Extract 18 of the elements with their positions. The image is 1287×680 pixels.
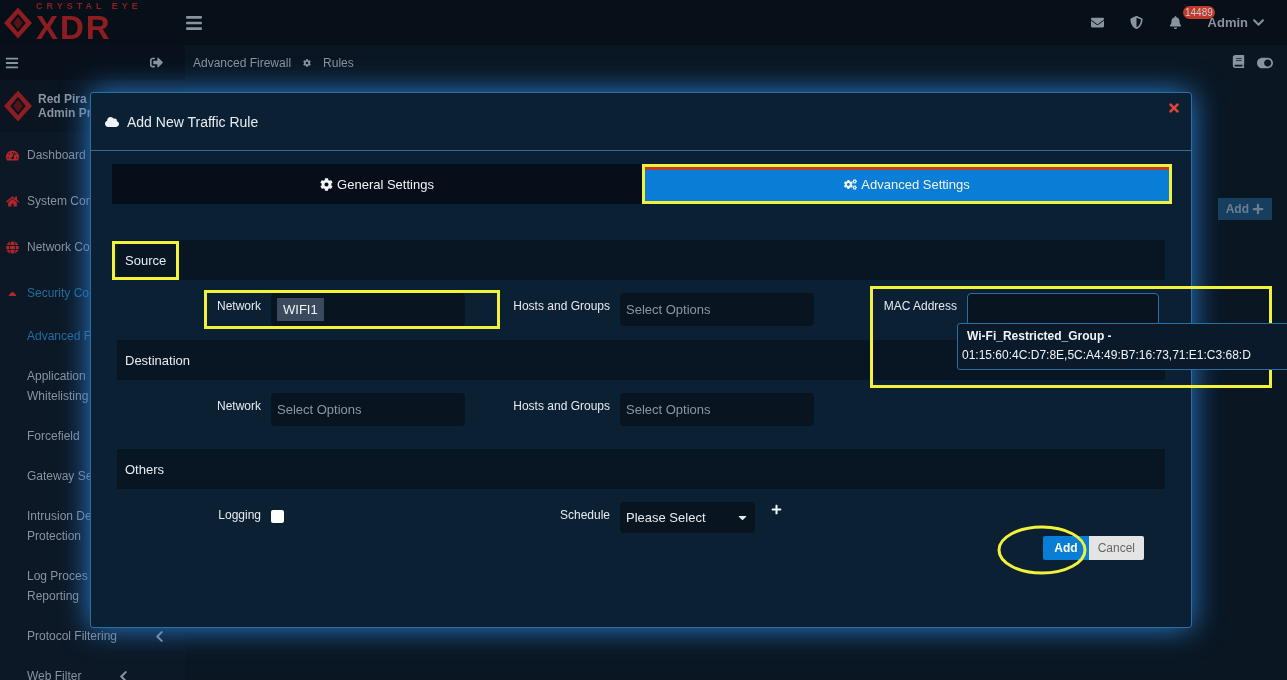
field-label: Network [216,398,262,413]
profile-name: Red Pira [38,92,88,106]
logo-wordmark: XDR [36,10,112,44]
field-label: Schedule [558,507,611,522]
logo-tagline: CRYSTAL EYE [36,1,142,11]
field-label: Hosts and Groups [512,298,611,313]
field-label: Logging [217,507,262,522]
notification-badge: 14489 [1183,6,1215,19]
breadcrumb-item: Rules [323,55,354,70]
section-title: Source [112,240,180,280]
modal-title: Add New Traffic Rule [127,113,259,130]
field-label: Hosts and Groups [512,398,611,413]
section-title: Others [124,460,165,479]
section-title: Destination [124,351,192,370]
field-label: Network [216,298,262,313]
field-label: MAC Address [882,298,958,313]
selected-chip: WIFI1 [277,298,324,321]
profile-role: Admin Pr [38,106,92,120]
